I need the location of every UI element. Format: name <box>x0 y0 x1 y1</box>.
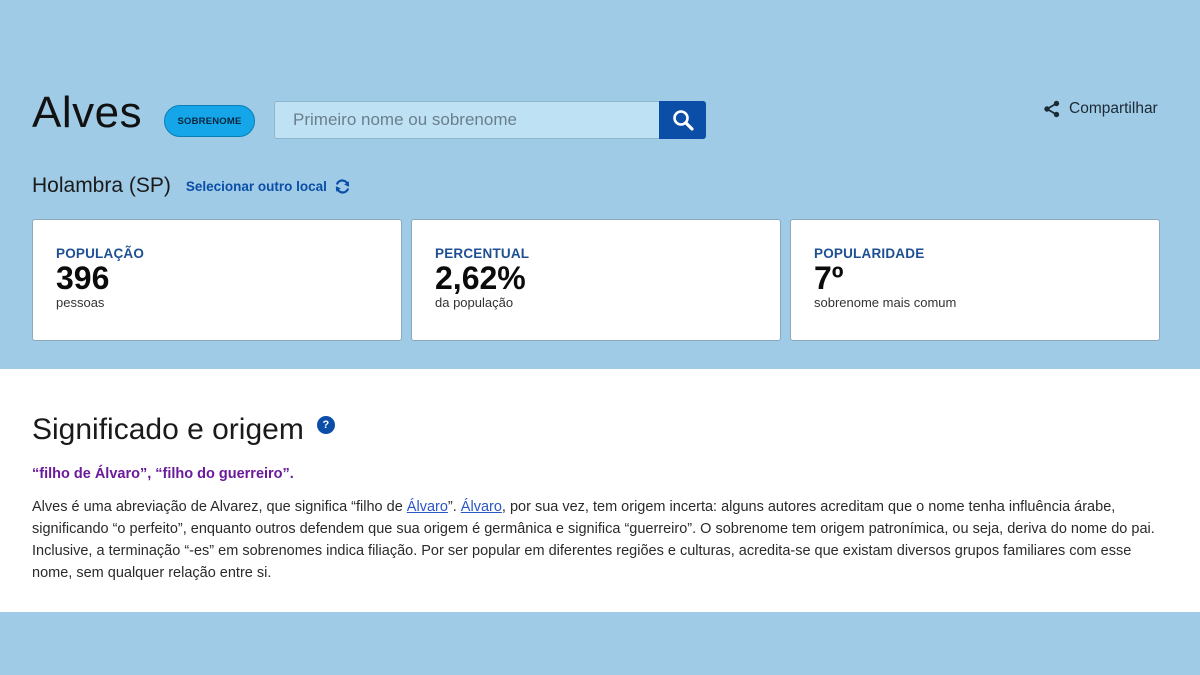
stat-label: PERCENTUAL <box>435 246 530 261</box>
stat-card-percentage: PERCENTUAL 2,62% da população <box>411 219 781 341</box>
location-name: Holambra (SP) <box>32 174 171 197</box>
share-label: Compartilhar <box>1069 100 1158 117</box>
origin-section: Significado e origem ? “filho de Álvaro”… <box>0 369 1200 612</box>
help-icon[interactable]: ? <box>316 416 335 434</box>
stat-sub: sobrenome mais comum <box>814 295 957 310</box>
stat-value: 2,62% <box>435 260 526 296</box>
alvaro-link[interactable]: Álvaro <box>407 499 448 515</box>
change-location-label: Selecionar outro local <box>185 178 327 194</box>
stat-label: POPULAÇÃO <box>56 246 145 261</box>
page-title: Alves <box>32 88 143 137</box>
stat-sub: da população <box>435 295 514 310</box>
section-title: Significado e origem ? <box>32 413 335 447</box>
alvaro-link-2[interactable]: Álvaro <box>461 499 502 515</box>
origin-description: Alves é uma abreviação de Alvarez, que s… <box>32 496 1162 584</box>
desc-text: ”. <box>447 499 461 515</box>
footer-band <box>0 612 1200 675</box>
desc-text: Alves é uma abreviação de Alvarez, que s… <box>32 499 407 515</box>
share-icon <box>1044 100 1060 118</box>
surname-badge: SOBRENOME <box>164 105 255 137</box>
section-title-text: Significado e origem <box>32 413 304 446</box>
meaning-text: “filho de Álvaro”, “filho do guerreiro”. <box>32 466 294 482</box>
stat-value: 396 <box>56 260 110 296</box>
refresh-icon <box>335 179 350 193</box>
search-bar <box>274 101 706 139</box>
hero-section: Alves SOBRENOME Compartilhar Holambra (S… <box>0 0 1200 369</box>
stat-label: POPULARIDADE <box>814 246 925 261</box>
stat-sub: pessoas <box>56 295 105 310</box>
share-button[interactable]: Compartilhar <box>1043 100 1158 118</box>
search-input[interactable] <box>274 101 659 139</box>
stat-value: 7º <box>814 260 844 296</box>
location-row: Holambra (SP) Selecionar outro local <box>32 174 351 198</box>
search-button[interactable] <box>659 101 706 139</box>
stat-card-population: POPULAÇÃO 396 pessoas <box>32 219 402 341</box>
change-location-link[interactable]: Selecionar outro local <box>186 178 351 195</box>
stat-card-popularity: POPULARIDADE 7º sobrenome mais comum <box>790 219 1160 341</box>
search-icon <box>672 110 694 131</box>
